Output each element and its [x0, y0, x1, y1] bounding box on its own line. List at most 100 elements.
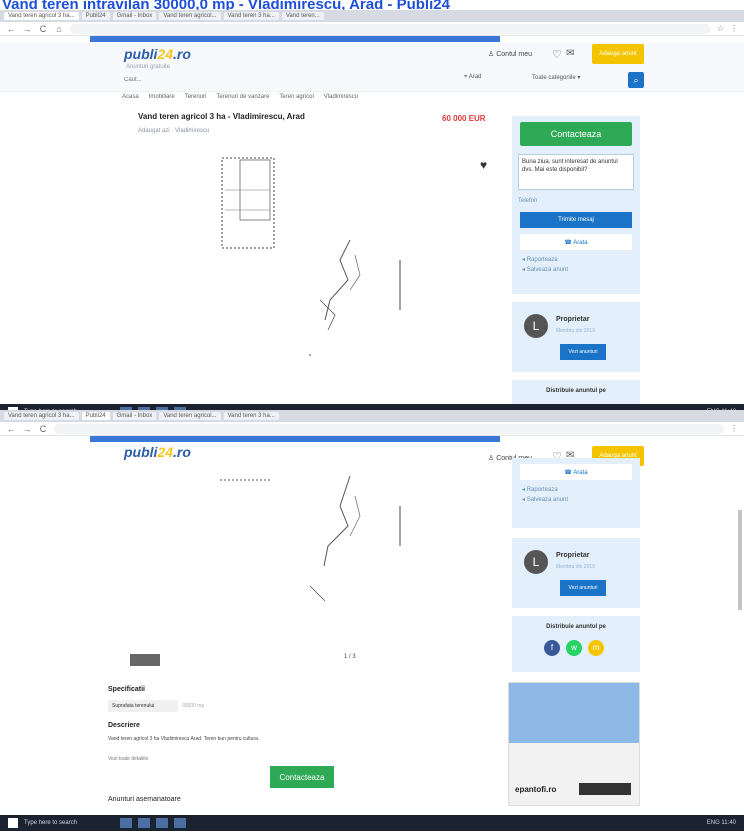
add-ad-button[interactable]: Adauga anunt [592, 44, 644, 64]
image-counter: 1 / 3 [344, 654, 356, 660]
banner-logo: epantofi.ro [515, 785, 557, 794]
messenger-icon[interactable]: m [588, 640, 604, 656]
seller-card: L Proprietar Membru din 2019 Vezi anuntu… [512, 302, 640, 372]
chat-icon[interactable]: ✉ [566, 48, 574, 59]
specs-heading: Specificatii [108, 686, 145, 693]
browser-tab[interactable]: Vand teren... [281, 12, 324, 20]
location-field[interactable]: ⌖ Arad [464, 74, 524, 86]
taskbar-app-icon[interactable] [174, 818, 186, 828]
taskbar-app-icon[interactable] [156, 818, 168, 828]
contact-button[interactable]: Contacteaza [520, 122, 632, 146]
browser-screenshot-2: Vand teren agricol 3 ha... Publi24 Gmail… [0, 410, 744, 835]
share-title: Distribuie anuntul pe [546, 388, 606, 394]
share-buttons: f w m [544, 640, 604, 656]
scrollbar[interactable] [738, 510, 742, 610]
browser-tab[interactable]: Vand teren agricol... [159, 412, 221, 420]
seller-card: L Proprietar Membru din 2019 Vezi anuntu… [512, 538, 640, 608]
system-tray[interactable]: ENG 11:40 [707, 820, 736, 826]
browser-tab[interactable]: Vand teren agricol 3 ha... [4, 12, 79, 20]
home-icon[interactable]: ⌂ [54, 24, 64, 34]
back-icon[interactable]: ← [6, 24, 16, 34]
description-text: Vand teren agricol 3 ha Vladimirescu Ara… [108, 736, 260, 742]
star-icon[interactable]: ☆ [717, 24, 724, 33]
reload-icon[interactable]: C [38, 424, 48, 434]
details-link[interactable]: Vezi toate detaliile [108, 756, 148, 762]
browser-tab[interactable]: Gmail - Inbox [112, 12, 157, 20]
browser-tab[interactable]: Vand teren agricol... [159, 12, 221, 20]
contact-sidebar: Contacteaza Buna ziua, sunt interesat de… [512, 116, 640, 294]
browser-tab[interactable]: Publi24 [81, 12, 110, 20]
browser-tab[interactable]: Vand teren 3 ha... [223, 412, 279, 420]
listing-title: Vand teren agricol 3 ha - Vladimirescu, … [138, 112, 305, 121]
browser-tab[interactable]: Publi24 [81, 412, 110, 420]
favorite-heart-icon[interactable]: ♥ [480, 158, 487, 172]
browser-tab[interactable]: Gmail - Inbox [112, 412, 157, 420]
breadcrumb-item[interactable]: Terenuri de vanzare [216, 94, 269, 100]
heart-icon[interactable]: ♡ [552, 48, 562, 61]
windows-start-icon[interactable] [8, 818, 18, 828]
breadcrumb-item[interactable]: Imobiliare [149, 94, 175, 100]
breadcrumb-item[interactable]: Vladimirescu [324, 94, 358, 100]
back-icon[interactable]: ← [6, 424, 16, 434]
loading-bar [90, 436, 500, 442]
search-button[interactable]: ⌕ [628, 72, 644, 88]
gallery-controls[interactable] [130, 654, 160, 666]
spec-value: 30000 mp [182, 703, 205, 709]
category-select[interactable]: Toate categoriile ▾ [532, 74, 618, 86]
breadcrumb-item[interactable]: Acasa [122, 94, 139, 100]
browser-toolbar: ← → C ⋮ [0, 422, 744, 436]
seller-since: Membru din 2019 [556, 564, 595, 570]
save-ad-link[interactable]: ◂ Salveaza anunt [522, 496, 630, 503]
banner-cta[interactable] [579, 783, 631, 795]
report-link[interactable]: ◂ Raporteaza [522, 486, 630, 493]
browser-tab[interactable]: Vand teren 3 ha... [223, 12, 279, 20]
send-message-button[interactable]: Trimite mesaj [520, 212, 632, 228]
browser-tab[interactable]: Vand teren agricol 3 ha... [4, 412, 79, 420]
address-bar[interactable] [54, 423, 724, 434]
view-ads-button[interactable]: Vezi anunturi [560, 344, 606, 360]
facebook-icon[interactable]: f [544, 640, 560, 656]
spec-row: Suprafata terenului 30000 mp [108, 700, 248, 712]
browser-toolbar: ← → C ⌂ ☆ ⋮ [0, 22, 744, 36]
report-link[interactable]: ◂ Raporteaza [522, 256, 630, 263]
show-phone-button[interactable]: ☎ Arata [520, 234, 632, 250]
menu-icon[interactable]: ⋮ [730, 24, 738, 33]
listing-photo[interactable] [200, 150, 440, 380]
taskbar-search[interactable]: Type here to search [24, 820, 114, 826]
seller-name[interactable]: Proprietar [556, 316, 589, 323]
spec-key: Suprafata terenului [108, 700, 178, 712]
seller-since: Membru din 2019 [556, 328, 595, 334]
view-ads-button[interactable]: Vezi anunturi [560, 580, 606, 596]
contact-sidebar: ☎ Arata ◂ Raporteaza ◂ Salveaza anunt [512, 458, 640, 528]
listing-price: 60 000 EUR [442, 114, 486, 123]
similar-ads-heading: Anunturi asemanatoare [108, 796, 181, 803]
site-logo[interactable]: publi24.ro [124, 46, 191, 62]
message-textarea[interactable]: Buna ziua, sunt interesat de anuntul dvs… [518, 154, 634, 190]
breadcrumb-item[interactable]: Terenuri [185, 94, 207, 100]
menu-icon[interactable]: ⋮ [730, 424, 738, 433]
tab-bar: Vand teren agricol 3 ha... Publi24 Gmail… [0, 10, 744, 22]
forward-icon[interactable]: → [22, 24, 32, 34]
show-phone-button[interactable]: ☎ Arata [520, 464, 632, 480]
advertisement-banner[interactable]: epantofi.ro [508, 682, 640, 806]
share-card: Distribuie anuntul pe f w m [512, 616, 640, 672]
seller-name[interactable]: Proprietar [556, 552, 589, 559]
reload-icon[interactable]: C [38, 24, 48, 34]
site-logo[interactable]: publi24.ro [124, 444, 191, 460]
description-heading: Descriere [108, 722, 140, 729]
phone-field[interactable]: Telefon [518, 198, 634, 208]
account-link[interactable]: ♙ Contul meu [488, 50, 532, 58]
save-ad-link[interactable]: ◂ Salveaza anunt [522, 266, 630, 273]
address-bar[interactable] [70, 23, 711, 34]
search-input[interactable] [124, 74, 444, 86]
listing-photo[interactable] [200, 466, 440, 646]
whatsapp-icon[interactable]: w [566, 640, 582, 656]
avatar: L [524, 550, 548, 574]
forward-icon[interactable]: → [22, 424, 32, 434]
taskbar-app-icon[interactable] [138, 818, 150, 828]
breadcrumb-item[interactable]: Teren agricol [279, 94, 313, 100]
contact-button[interactable]: Contacteaza [270, 766, 334, 788]
browser-screenshot-1: Vand teren agricol 3 ha... Publi24 Gmail… [0, 10, 744, 422]
taskbar-app-icon[interactable] [120, 818, 132, 828]
site-tagline: Anunturi gratuite [126, 64, 171, 70]
